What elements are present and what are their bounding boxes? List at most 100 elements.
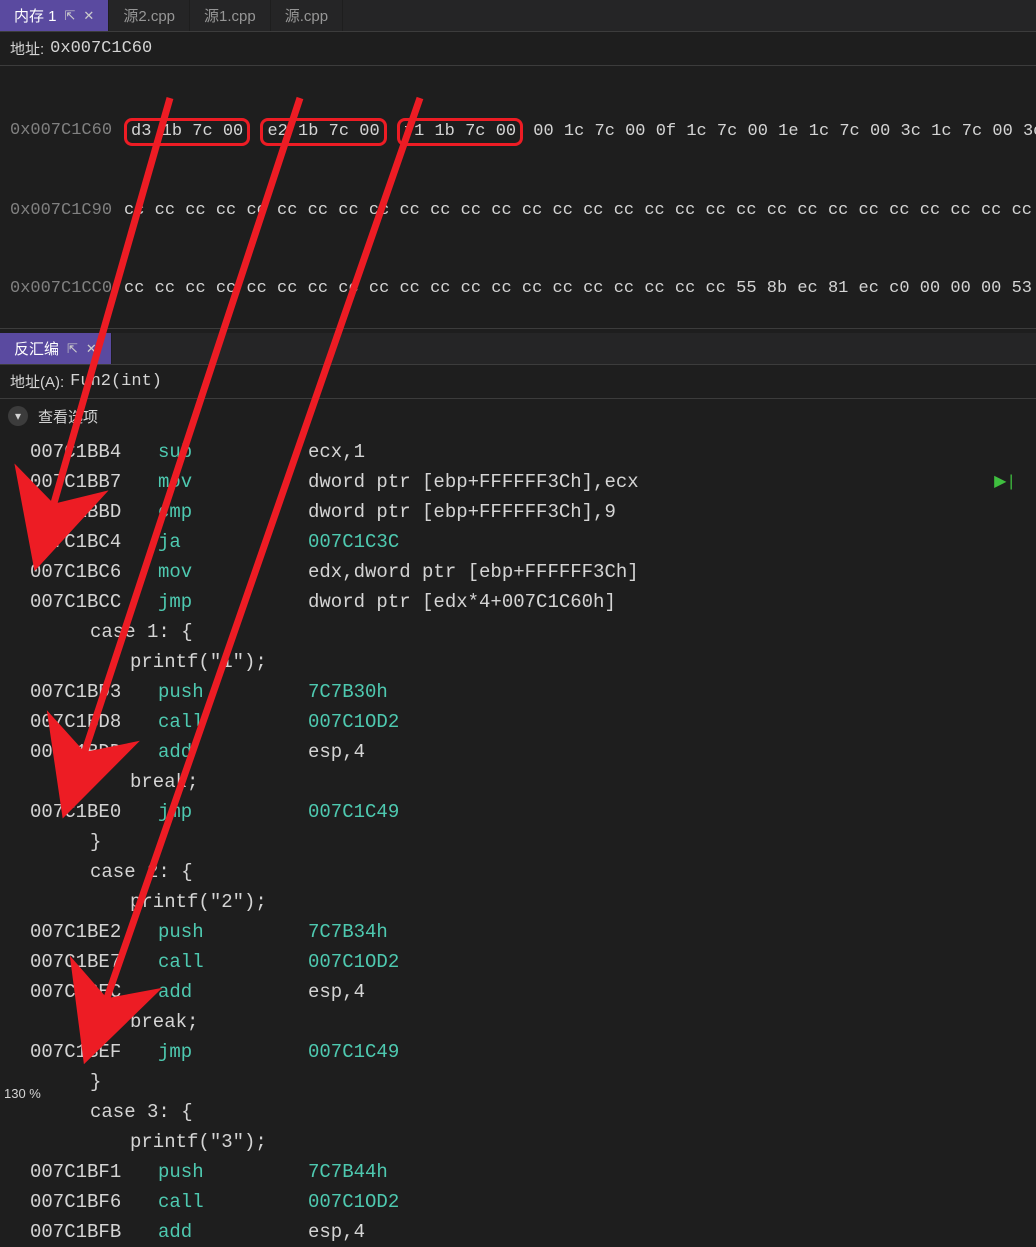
asm-operand: 007C1OD2 — [308, 947, 1016, 977]
asm-address: 007C1BCC — [30, 587, 158, 617]
asm-operand: 7C7B44h — [308, 1157, 1016, 1187]
jump-target-box-1: d3 1b 7c 00 — [124, 118, 250, 146]
tab-label: 源.cpp — [285, 5, 328, 26]
close-icon[interactable]: ✕ — [83, 8, 94, 24]
asm-opcode: sub — [158, 437, 308, 467]
disasm-line: 007C1BB4subecx,1 — [30, 437, 1016, 467]
tab-src2[interactable]: 源2.cpp — [109, 0, 190, 31]
asm-operand: dword ptr [ebp+FFFFFF3Ch],9 — [308, 497, 1016, 527]
asm-operand: esp,4 — [308, 737, 1016, 767]
asm-opcode: add — [158, 737, 308, 767]
asm-opcode: call — [158, 947, 308, 977]
asm-operand: 7C7B34h — [308, 917, 1016, 947]
asm-address: 007C1BB7 — [30, 467, 158, 497]
asm-address: 007C1BC6 — [30, 557, 158, 587]
asm-opcode: call — [158, 1187, 308, 1217]
memory-tab-bar: 内存 1 ⇱ ✕ 源2.cpp 源1.cpp 源.cpp — [0, 0, 1036, 32]
hex-bytes: d3 1b 7c 00 e2 1b 7c 00 f1 1b 7c 00 00 1… — [124, 118, 1036, 146]
asm-address: 007C1BB4 — [30, 437, 158, 467]
asm-opcode: jmp — [158, 1037, 308, 1067]
source-text: break; — [30, 1007, 198, 1037]
disasm-line: case 2: { — [30, 857, 1016, 887]
address-label: 地址(A): — [10, 371, 64, 392]
asm-address: 007C1BE7 — [30, 947, 158, 977]
asm-operand: 007C1OD2 — [308, 1187, 1016, 1217]
source-text: printf("3"); — [30, 1127, 267, 1157]
asm-operand: 7C7B30h — [308, 677, 1016, 707]
disasm-tab-bar: 反汇编 ⇱ ✕ — [0, 333, 1036, 365]
asm-address: 007C1BD8 — [30, 707, 158, 737]
hex-address: 0x007C1C90 — [10, 198, 112, 224]
tab-label: 源1.cpp — [204, 5, 256, 26]
disasm-address-bar: 地址(A): — [0, 365, 1036, 399]
disasm-line: printf("3"); — [30, 1127, 1016, 1157]
asm-operand: dword ptr [ebp+FFFFFF3Ch],ecx — [308, 467, 974, 497]
asm-operand: 007C1C49 — [308, 797, 1016, 827]
disasm-line: 007C1BF1push7C7B44h — [30, 1157, 1016, 1187]
source-text: case 2: { — [30, 857, 193, 887]
disasm-address-input[interactable] — [70, 372, 1026, 391]
asm-operand: 007C1C3C — [308, 527, 1016, 557]
disasm-line: 007C1BC4ja007C1C3C — [30, 527, 1016, 557]
asm-operand: edx,dword ptr [ebp+FFFFFF3Ch] — [308, 557, 1016, 587]
tab-memory-1[interactable]: 内存 1 ⇱ ✕ — [0, 0, 109, 31]
tab-disassembly[interactable]: 反汇编 ⇱ ✕ — [0, 333, 112, 364]
disasm-line: 007C1BF6call007C1OD2 — [30, 1187, 1016, 1217]
execution-pointer-icon: ▶| — [994, 467, 1016, 497]
hex-bytes: cc cc cc cc cc cc cc cc cc cc cc cc cc c… — [124, 276, 1036, 302]
asm-address: 007C1BBD — [30, 497, 158, 527]
tab-src0[interactable]: 源.cpp — [271, 0, 343, 31]
disasm-line: 007C1BD3push7C7B30h — [30, 677, 1016, 707]
asm-opcode: push — [158, 917, 308, 947]
memory-address-input[interactable] — [50, 39, 1026, 58]
asm-address: 007C1BE0 — [30, 797, 158, 827]
asm-operand: esp,4 — [308, 1217, 1016, 1247]
asm-address: 007C1BEC — [30, 977, 158, 1007]
zoom-level: 130 % — [4, 1086, 41, 1101]
source-text: printf("1"); — [30, 647, 267, 677]
disasm-line: } — [30, 1067, 1016, 1097]
asm-operand: 007C1OD2 — [308, 707, 1016, 737]
hex-rest: 00 1c 7c 00 0f 1c 7c 00 1e 1c 7c 00 3c 1… — [523, 122, 1036, 141]
disasm-line: 007C1BB7movdword ptr [ebp+FFFFFF3Ch],ecx… — [30, 467, 1016, 497]
asm-operand: dword ptr [edx*4+007C1C60h] — [308, 587, 1016, 617]
disasm-line: printf("1"); — [30, 647, 1016, 677]
source-text: case 3: { — [30, 1097, 193, 1127]
pin-icon[interactable]: ⇱ — [65, 8, 76, 24]
asm-operand: 007C1C49 — [308, 1037, 1016, 1067]
asm-address: 007C1BF6 — [30, 1187, 158, 1217]
disasm-line: case 3: { — [30, 1097, 1016, 1127]
tab-label: 反汇编 — [14, 338, 59, 359]
hex-dump: 0x007C1C60 d3 1b 7c 00 e2 1b 7c 00 f1 1b… — [0, 66, 1036, 329]
view-options-row[interactable]: ▾ 查看选项 — [0, 399, 1036, 433]
hex-bytes: cc cc cc cc cc cc cc cc cc cc cc cc cc c… — [124, 198, 1036, 224]
hex-address: 0x007C1C60 — [10, 118, 112, 146]
disasm-line: 007C1BC6movedx,dword ptr [ebp+FFFFFF3Ch] — [30, 557, 1016, 587]
asm-opcode: cmp — [158, 497, 308, 527]
disasm-line: 007C1BD8call007C1OD2 — [30, 707, 1016, 737]
asm-opcode: ja — [158, 527, 308, 557]
chevron-down-icon[interactable]: ▾ — [8, 406, 28, 426]
asm-address: 007C1BF1 — [30, 1157, 158, 1187]
source-text: case 1: { — [30, 617, 193, 647]
disasm-line: 007C1BE2push7C7B34h — [30, 917, 1016, 947]
disasm-line: 007C1BCCjmpdword ptr [edx*4+007C1C60h] — [30, 587, 1016, 617]
asm-opcode: mov — [158, 557, 308, 587]
hex-row: 0x007C1C90 cc cc cc cc cc cc cc cc cc cc… — [10, 198, 1026, 224]
source-text: break; — [30, 767, 198, 797]
asm-address: 007C1BD3 — [30, 677, 158, 707]
jump-target-box-2: e2 1b 7c 00 — [260, 118, 386, 146]
disasm-line: 007C1BE0jmp007C1C49 — [30, 797, 1016, 827]
asm-opcode: jmp — [158, 797, 308, 827]
view-options-label: 查看选项 — [38, 406, 98, 427]
disasm-line: 007C1BEFjmp007C1C49 — [30, 1037, 1016, 1067]
disasm-line: break; — [30, 1007, 1016, 1037]
hex-row: 0x007C1CC0 cc cc cc cc cc cc cc cc cc cc… — [10, 276, 1026, 302]
disasm-line: 007C1BBDcmpdword ptr [ebp+FFFFFF3Ch],9 — [30, 497, 1016, 527]
pin-icon[interactable]: ⇱ — [67, 341, 78, 357]
close-icon[interactable]: ✕ — [86, 341, 97, 357]
disasm-line: 007C1BE7call007C1OD2 — [30, 947, 1016, 977]
asm-opcode: add — [158, 977, 308, 1007]
tab-src1[interactable]: 源1.cpp — [190, 0, 271, 31]
asm-address: 007C1BFB — [30, 1217, 158, 1247]
